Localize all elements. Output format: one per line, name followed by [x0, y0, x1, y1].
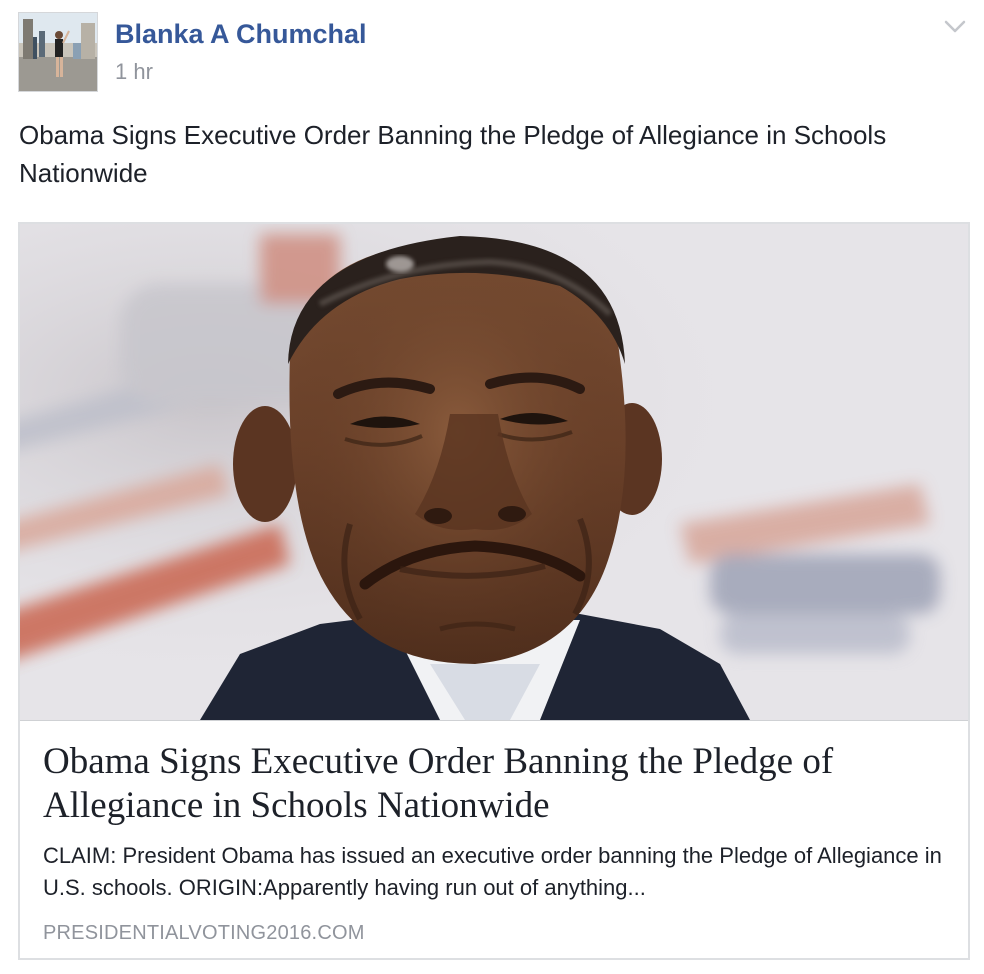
link-preview-description: CLAIM: President Obama has issued an exe…	[43, 843, 942, 900]
author-avatar[interactable]	[18, 12, 98, 92]
post-timestamp[interactable]: 1 hr	[115, 58, 153, 86]
feed-post: Blanka A Chumchal 1 hr Obama Signs Execu…	[0, 0, 984, 974]
post-message: Obama Signs Executive Order Banning the …	[19, 120, 887, 188]
link-preview-domain: PRESIDENTIALVOTING2016.COM	[43, 922, 365, 944]
link-preview-card[interactable]: Obama Signs Executive Order Banning the …	[18, 222, 970, 960]
obama-photo	[20, 224, 968, 720]
chevron-down-icon	[944, 20, 966, 33]
avatar-photo	[19, 13, 97, 91]
link-preview-image[interactable]	[20, 224, 968, 721]
link-preview-title[interactable]: Obama Signs Executive Order Banning the …	[43, 740, 943, 828]
post-options-button[interactable]	[940, 12, 970, 42]
author-name-link[interactable]: Blanka A Chumchal	[115, 16, 367, 52]
